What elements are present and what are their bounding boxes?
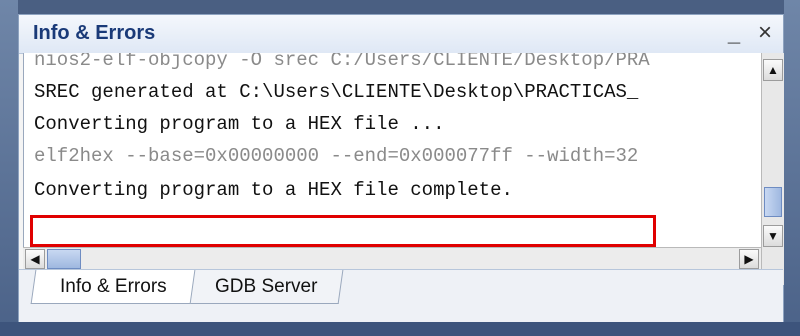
close-button[interactable]: ×: [753, 19, 777, 47]
tab-info-errors[interactable]: Info & Errors: [30, 270, 196, 304]
console-line: elf2hex --base=0x00000000 --end=0x000077…: [34, 145, 639, 167]
desktop-background-bottom: [0, 322, 800, 336]
info-errors-panel: Info & Errors _ × nios2-elf-objcopy -O s…: [18, 14, 784, 322]
console-line: nios2-elf-objcopy -O srec C:/Users/CLIEN…: [34, 53, 650, 71]
scroll-up-icon[interactable]: ▲: [763, 59, 783, 81]
tab-label: Info & Errors: [59, 276, 167, 297]
desktop-background-left: [0, 0, 18, 336]
scroll-down-icon[interactable]: ▼: [763, 225, 783, 247]
panel-title: Info & Errors: [33, 22, 156, 44]
console-line: Converting program to a HEX file ...: [34, 113, 445, 135]
tab-bar: GDB Server Info & Errors: [19, 269, 783, 322]
scroll-right-icon[interactable]: ▶: [739, 249, 759, 269]
panel-titlebar: Info & Errors _ ×: [19, 15, 783, 54]
horizontal-scrollbar[interactable]: ◀ ▶: [23, 247, 761, 269]
scroll-left-icon[interactable]: ◀: [25, 249, 45, 269]
vertical-scroll-thumb[interactable]: [764, 187, 782, 217]
horizontal-scroll-thumb[interactable]: [47, 249, 81, 269]
console-line-complete: Converting program to a HEX file complet…: [34, 179, 513, 201]
desktop-background-right: [784, 0, 800, 336]
tab-gdb-server[interactable]: GDB Server: [188, 270, 344, 304]
vertical-scrollbar[interactable]: ▲ ▼: [761, 53, 784, 285]
highlight-box: [30, 215, 656, 247]
minimize-button[interactable]: _: [722, 19, 746, 47]
console-output[interactable]: nios2-elf-objcopy -O srec C:/Users/CLIEN…: [23, 53, 762, 247]
console-line: SREC generated at C:\Users\CLIENTE\Deskt…: [34, 81, 639, 103]
tab-label: GDB Server: [214, 276, 318, 297]
